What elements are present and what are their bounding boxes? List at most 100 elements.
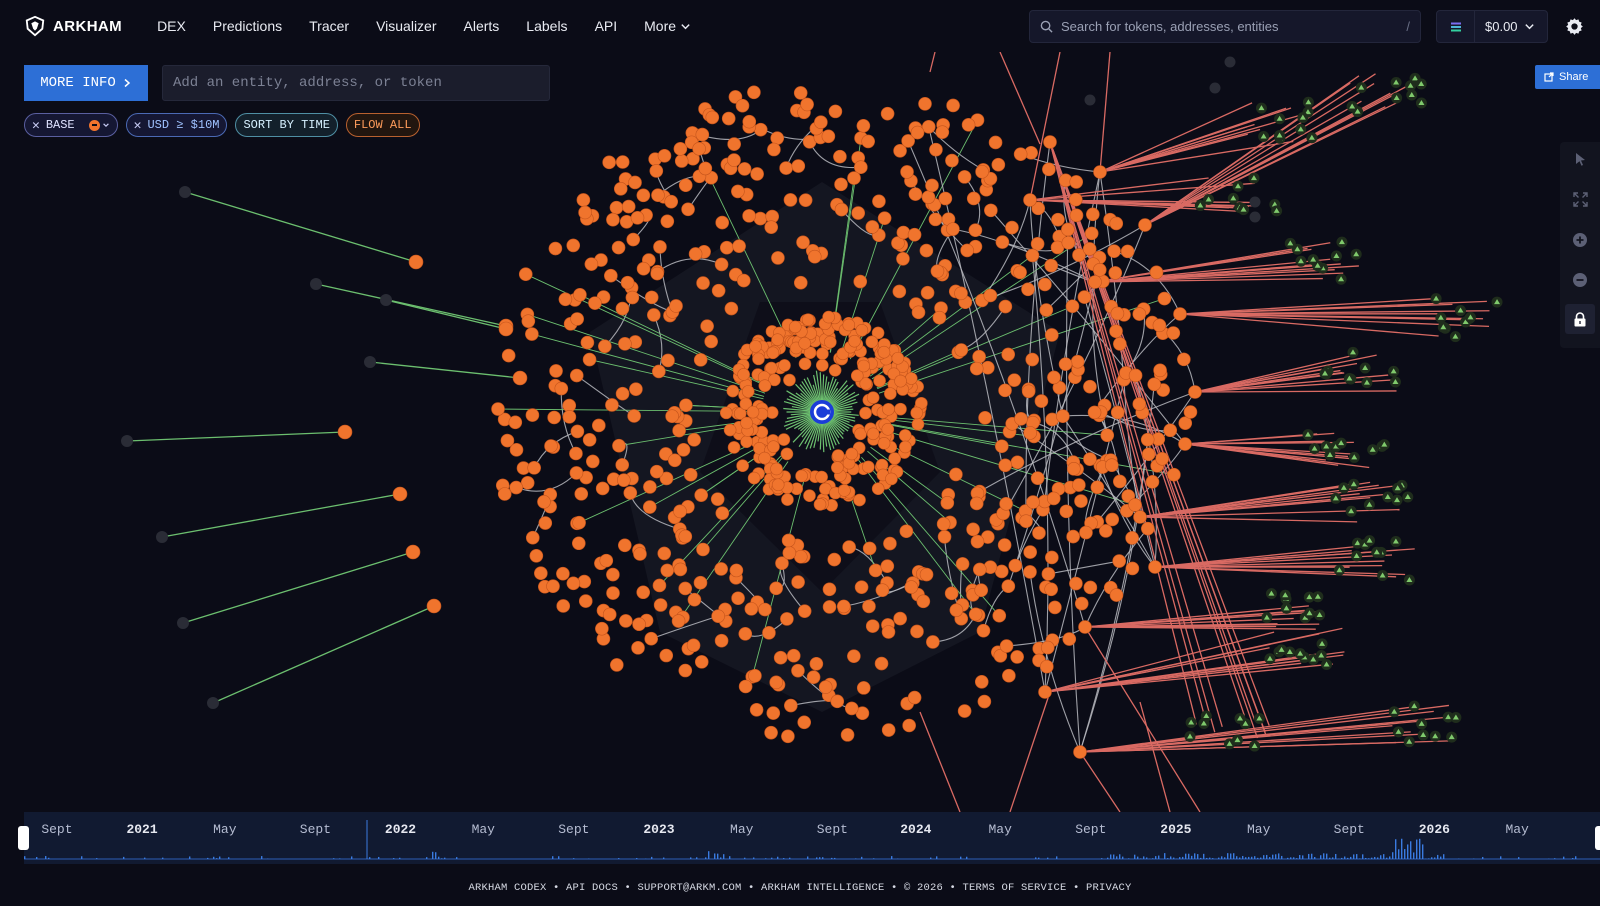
- graph-node-address[interactable]: [815, 470, 828, 484]
- graph-node-address[interactable]: [881, 723, 896, 737]
- graph-node-address[interactable]: [904, 372, 918, 385]
- graph-node-address[interactable]: [877, 211, 892, 225]
- graph-node-address[interactable]: [672, 423, 686, 438]
- graph-node-address[interactable]: [974, 583, 989, 598]
- graph-node-address[interactable]: [894, 374, 907, 388]
- graph-node-address[interactable]: [797, 715, 812, 730]
- graph-node-address[interactable]: [1072, 478, 1086, 492]
- graph-node-address[interactable]: [1087, 405, 1102, 420]
- graph-node-address[interactable]: [737, 162, 752, 176]
- graph-node-address[interactable]: [910, 125, 925, 140]
- graph-node-address[interactable]: [727, 441, 741, 454]
- graph-node-address[interactable]: [1149, 265, 1164, 280]
- graph-node-address[interactable]: [1083, 580, 1098, 595]
- graph-node-address[interactable]: [1034, 394, 1049, 408]
- graph-node-address[interactable]: [1084, 226, 1099, 241]
- graph-node-address[interactable]: [793, 275, 808, 290]
- graph-node-address[interactable]: [847, 171, 861, 185]
- graph-node-address[interactable]: [1005, 220, 1019, 235]
- graph-node-address[interactable]: [649, 464, 664, 479]
- graph-node-address[interactable]: [613, 181, 628, 196]
- graph-node-address[interactable]: [796, 235, 810, 250]
- graph-node-address[interactable]: [573, 287, 587, 302]
- lock-layout-button[interactable]: [1565, 304, 1595, 334]
- graph-node-address[interactable]: [633, 547, 647, 561]
- graph-node-address[interactable]: [955, 557, 970, 571]
- graph-node-address[interactable]: [525, 327, 539, 341]
- graph-node-address[interactable]: [714, 257, 729, 272]
- graph-node-address[interactable]: [767, 142, 781, 157]
- graph-node-address[interactable]: [949, 603, 964, 617]
- graph-node-address[interactable]: [602, 155, 616, 170]
- graph-node-address[interactable]: [643, 480, 657, 494]
- graph-node-hub[interactable]: [1178, 437, 1192, 451]
- graph-node-address[interactable]: [966, 522, 980, 537]
- graph-node-address[interactable]: [926, 635, 940, 649]
- graph-node-address[interactable]: [770, 462, 783, 476]
- graph-node-address[interactable]: [1047, 370, 1061, 385]
- graph-node-address[interactable]: [588, 296, 602, 310]
- wallet-balance[interactable]: $0.00: [1485, 19, 1535, 34]
- graph-node-address[interactable]: [609, 200, 624, 215]
- graph-node-address[interactable]: [570, 424, 585, 439]
- graph-node-address[interactable]: [884, 387, 897, 400]
- graph-node-address[interactable]: [907, 227, 922, 242]
- graph-node-address[interactable]: [877, 437, 891, 450]
- graph-node-address[interactable]: [1056, 409, 1070, 424]
- graph-node-address[interactable]: [653, 240, 667, 254]
- graph-node-address[interactable]: [997, 538, 1012, 552]
- graph-node-address[interactable]: [664, 194, 679, 209]
- graph-node-address[interactable]: [888, 452, 901, 465]
- graph-node-address[interactable]: [714, 562, 728, 576]
- graph-node-address[interactable]: [851, 206, 866, 220]
- graph-node-address[interactable]: [1008, 558, 1023, 573]
- graph-node-address[interactable]: [793, 549, 808, 564]
- graph-node-address[interactable]: [649, 164, 664, 178]
- graph-node-address[interactable]: [731, 591, 745, 606]
- graph-node-address[interactable]: [807, 249, 822, 264]
- graph-node-address[interactable]: [771, 478, 785, 492]
- graph-node-address[interactable]: [791, 663, 805, 678]
- graph-node-address[interactable]: [627, 409, 641, 423]
- graph-node-address[interactable]: [873, 374, 886, 388]
- graph-node-address[interactable]: [929, 142, 943, 157]
- graph-node-address[interactable]: [793, 86, 808, 100]
- graph-node-address[interactable]: [1183, 405, 1198, 419]
- graph-node-address[interactable]: [642, 500, 657, 514]
- graph-node-address[interactable]: [865, 220, 880, 234]
- graph-node-address[interactable]: [1141, 521, 1155, 536]
- graph-node-unlabeled[interactable]: [121, 435, 133, 447]
- graph-node-address[interactable]: [1044, 258, 1058, 273]
- graph-node-address[interactable]: [806, 670, 821, 684]
- graph-node-address[interactable]: [1067, 462, 1081, 476]
- graph-node-address[interactable]: [667, 453, 682, 468]
- graph-node-address[interactable]: [999, 639, 1014, 653]
- graph-node-address[interactable]: [618, 614, 633, 628]
- graph-node-address[interactable]: [1166, 326, 1181, 340]
- graph-node-address[interactable]: [815, 358, 829, 372]
- graph-node-address[interactable]: [1099, 524, 1113, 538]
- graph-node-address[interactable]: [833, 149, 847, 164]
- graph-node-address[interactable]: [1025, 248, 1040, 263]
- timeline-scrubber[interactable]: Sept 2021 May Sept 2022 May Sept 2023 May Sept 202…: [24, 812, 1600, 864]
- graph-node-address[interactable]: [719, 406, 733, 420]
- graph-node-address[interactable]: [606, 212, 620, 227]
- graph-node-hub[interactable]: [1133, 510, 1147, 524]
- graph-node-address[interactable]: [998, 383, 1012, 398]
- graph-node-address[interactable]: [673, 142, 688, 156]
- graph-node-address[interactable]: [769, 581, 783, 596]
- graph-node-address[interactable]: [529, 549, 544, 563]
- graph-node-address[interactable]: [1110, 405, 1125, 420]
- graph-node-address[interactable]: [847, 649, 861, 663]
- graph-node-address[interactable]: [856, 118, 871, 133]
- graph-node-address[interactable]: [784, 698, 798, 713]
- nav-item-alerts[interactable]: Alerts: [464, 18, 500, 34]
- graph-node-address[interactable]: [659, 648, 674, 663]
- graph-node-address[interactable]: [598, 339, 612, 354]
- graph-node-address[interactable]: [678, 581, 693, 596]
- graph-node-unlabeled[interactable]: [1209, 82, 1221, 94]
- graph-node-address[interactable]: [969, 496, 984, 511]
- graph-node-address[interactable]: [738, 627, 753, 641]
- graph-node-address[interactable]: [715, 215, 730, 230]
- graph-node-address[interactable]: [729, 563, 744, 578]
